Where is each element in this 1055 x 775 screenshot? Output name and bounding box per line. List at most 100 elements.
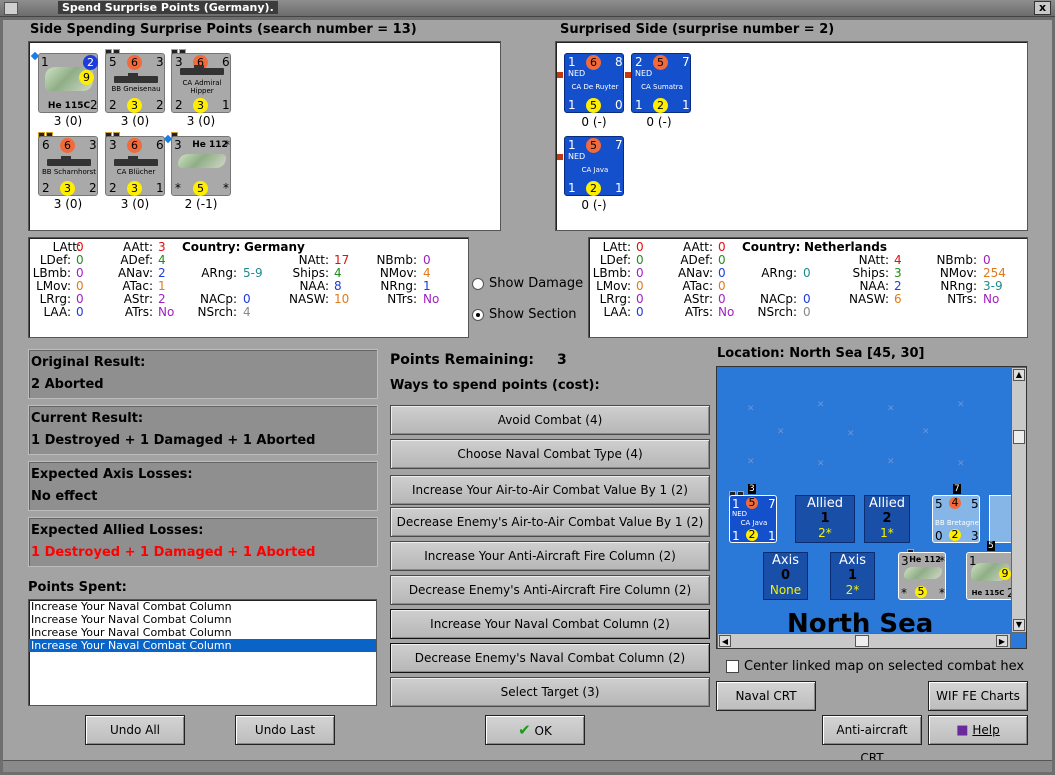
axis-losses-value: No effect — [31, 489, 98, 504]
option-choose-naval-type-button[interactable]: Choose Naval Combat Type (4) — [390, 439, 710, 469]
status-marks — [105, 128, 121, 139]
show-section-label[interactable]: Show Section — [489, 307, 577, 322]
scroll-left-icon[interactable]: ◀ — [719, 635, 731, 647]
axis-losses-box: Expected Axis Losses: No effect — [28, 461, 378, 511]
map-unit-bretagne[interactable]: 5 4 5 BB Bretagne 0 2 3 — [932, 495, 980, 543]
anti-aircraft-crt-button[interactable]: Anti-aircraft CRT — [822, 715, 922, 765]
map-vertical-scrollbar[interactable]: ▲ ▼ — [1011, 367, 1026, 633]
points-spent-list[interactable]: Increase Your Naval Combat Column Increa… — [28, 599, 377, 706]
list-item-selected[interactable]: Increase Your Naval Combat Column — [29, 639, 376, 652]
list-item[interactable]: Increase Your Naval Combat Column — [29, 600, 376, 613]
current-result-title: Current Result: — [31, 411, 144, 426]
map-unit-he115c[interactable]: 1 9 He 115C 2 — [966, 552, 1015, 600]
axis-box-2[interactable]: Axis 1 2* — [830, 552, 875, 600]
unit-counter-blucher[interactable]: 3 6 6 CA Blücher 2 3 1 — [105, 136, 165, 196]
wif-fe-charts-button[interactable]: WIF FE Charts — [928, 681, 1028, 711]
option-increase-naval-button[interactable]: Increase Your Naval Combat Column (2) — [390, 609, 710, 639]
unit-points: 0 (-) — [581, 198, 607, 212]
points-spent-label: Points Spent: — [28, 580, 127, 595]
unit-counter-de-ruyter[interactable]: 1 6 8 NED CA De Ruyter 1 5 0 — [564, 53, 624, 113]
book-icon: ■ — [956, 723, 969, 738]
original-result-box: Original Result: 2 Aborted — [28, 349, 378, 399]
original-result-value: 2 Aborted — [31, 377, 104, 392]
allied-box-1[interactable]: Allied 1 2* — [795, 495, 855, 543]
option-decrease-enemy-naval-button[interactable]: Decrease Enemy's Naval Combat Column (2) — [390, 643, 710, 673]
stack-count: 7 — [953, 484, 961, 494]
naval-marker-icon — [557, 72, 563, 78]
unit-points: 0 (-) — [581, 115, 607, 129]
unit-points: 2 (-1) — [184, 197, 218, 211]
vertical-scroll-thumb[interactable] — [1013, 430, 1025, 444]
show-section-radio[interactable] — [472, 309, 484, 321]
status-marks — [729, 487, 745, 498]
window-title: Spend Surprise Points (Germany). — [58, 1, 278, 14]
unit-counter-java[interactable]: 1 5 7 NED CA Java 1 2 1 — [564, 136, 624, 196]
unit-counter-he115c[interactable]: 1 2 9 He 115C 2 — [38, 53, 98, 113]
option-decrease-enemy-air-button[interactable]: Decrease Enemy's Air-to-Air Combat Value… — [390, 507, 710, 537]
option-increase-air-button[interactable]: Increase Your Air-to-Air Combat Value By… — [390, 475, 710, 505]
horizontal-scroll-thumb[interactable] — [855, 635, 869, 647]
option-avoid-combat-button[interactable]: Avoid Combat (4) — [390, 405, 710, 435]
current-result-value: 1 Destroyed + 1 Damaged + 1 Aborted — [31, 433, 316, 448]
points-remaining-label: Points Remaining: — [390, 352, 535, 368]
ship-icon — [114, 156, 158, 166]
unit-counter-scharnhorst[interactable]: 6 6 3 BB Scharnhorst 2 3 2 — [38, 136, 98, 196]
show-damage-radio[interactable] — [472, 278, 484, 290]
ways-label: Ways to spend points (cost): — [390, 378, 600, 393]
unit-counter-he112[interactable]: 3 He 112 * * 5 * — [171, 136, 231, 196]
list-item[interactable]: Increase Your Naval Combat Column — [29, 626, 376, 639]
help-button[interactable]: ■ Help — [928, 715, 1028, 745]
attacker-stats-panel: LAtt: 0 LDef: 0 LBmb: 0 LMov: 0 LRrg: 0 LAA: 0… — [28, 237, 469, 338]
system-menu-icon[interactable] — [4, 2, 18, 15]
map-unit-java[interactable]: 1 5 7 NED CA Java 1 2 1 — [729, 495, 777, 543]
status-marks — [171, 128, 179, 139]
attacker-header: Side Spending Surprise Points (search nu… — [30, 22, 417, 37]
location-label: Location: North Sea [45, 30] — [717, 346, 925, 361]
allied-losses-value: 1 Destroyed + 1 Damaged + 1 Aborted — [31, 545, 316, 560]
ship-icon — [114, 73, 158, 83]
axis-box-1[interactable]: Axis 0 None — [763, 552, 808, 600]
ok-button[interactable]: ✔ OK — [485, 715, 585, 745]
center-map-checkbox[interactable] — [726, 660, 739, 673]
defender-units-panel: 1 6 8 NED CA De Ruyter 1 5 0 0 (-) 2 5 7… — [555, 41, 1028, 231]
option-select-target-button[interactable]: Select Target (3) — [390, 677, 710, 707]
allied-losses-box: Expected Allied Losses: 1 Destroyed + 1 … — [28, 517, 378, 567]
axis-losses-title: Expected Axis Losses: — [31, 467, 193, 482]
unit-points: 3 (0) — [53, 114, 83, 128]
unit-counter-sumatra[interactable]: 2 5 7 NED CA Sumatra 1 2 1 — [631, 53, 691, 113]
help-label: Help — [972, 723, 1000, 737]
undo-all-button[interactable]: Undo All — [85, 715, 185, 745]
scroll-down-icon[interactable]: ▼ — [1013, 619, 1025, 631]
show-damage-label[interactable]: Show Damage — [489, 276, 583, 291]
defender-header: Surprised Side (surprise number = 2) — [560, 22, 835, 37]
ship-icon — [180, 65, 224, 75]
option-decrease-enemy-aa-button[interactable]: Decrease Enemy's Anti-Aircraft Fire Colu… — [390, 575, 710, 605]
status-marks — [171, 45, 187, 56]
allied-losses-title: Expected Allied Losses: — [31, 523, 204, 538]
defender-stats-panel: LAtt: 0 LDef: 0 LBmb: 0 LMov: 0 LRrg: 0 LAA: 0… — [588, 237, 1028, 338]
map-unit-he112[interactable]: 3 He 112 * * 5 * — [898, 552, 946, 600]
plane-icon — [178, 154, 226, 168]
status-marks — [38, 128, 54, 139]
status-bar — [0, 760, 1055, 775]
unit-counter-hipper[interactable]: 3 6 6 CA Admiral Hipper 2 3 1 — [171, 53, 231, 113]
unit-points: 3 (0) — [120, 197, 150, 211]
naval-crt-button[interactable]: Naval CRT — [716, 681, 816, 711]
map-view[interactable]: ✕ ✕ ✕ ✕ ✕ ✕ ✕ ✕ ✕ ✕ ✕ 3 1 5 7 NED CA Java 1 2 1 … — [716, 366, 1027, 649]
status-marks — [105, 45, 121, 56]
close-button[interactable]: x — [1034, 1, 1051, 15]
current-result-box: Current Result: 1 Destroyed + 1 Damaged … — [28, 405, 378, 455]
plane-icon — [904, 567, 942, 579]
scroll-right-icon[interactable]: ▶ — [996, 635, 1008, 647]
scroll-up-icon[interactable]: ▲ — [1013, 369, 1025, 381]
unit-counter-gneisenau[interactable]: 5 6 3 BB Gneisenau 2 3 2 — [105, 53, 165, 113]
unit-points: 3 (0) — [53, 197, 83, 211]
unit-points: 3 (0) — [186, 114, 216, 128]
allied-box-2[interactable]: Allied 2 1* — [864, 495, 910, 543]
list-item[interactable]: Increase Your Naval Combat Column — [29, 613, 376, 626]
option-increase-aa-button[interactable]: Increase Your Anti-Aircraft Fire Column … — [390, 541, 710, 571]
undo-last-button[interactable]: Undo Last — [235, 715, 335, 745]
naval-marker-icon — [557, 154, 563, 160]
center-map-label[interactable]: Center linked map on selected combat hex — [744, 659, 1024, 674]
map-horizontal-scrollbar[interactable]: ◀ ▶ — [717, 633, 1011, 648]
